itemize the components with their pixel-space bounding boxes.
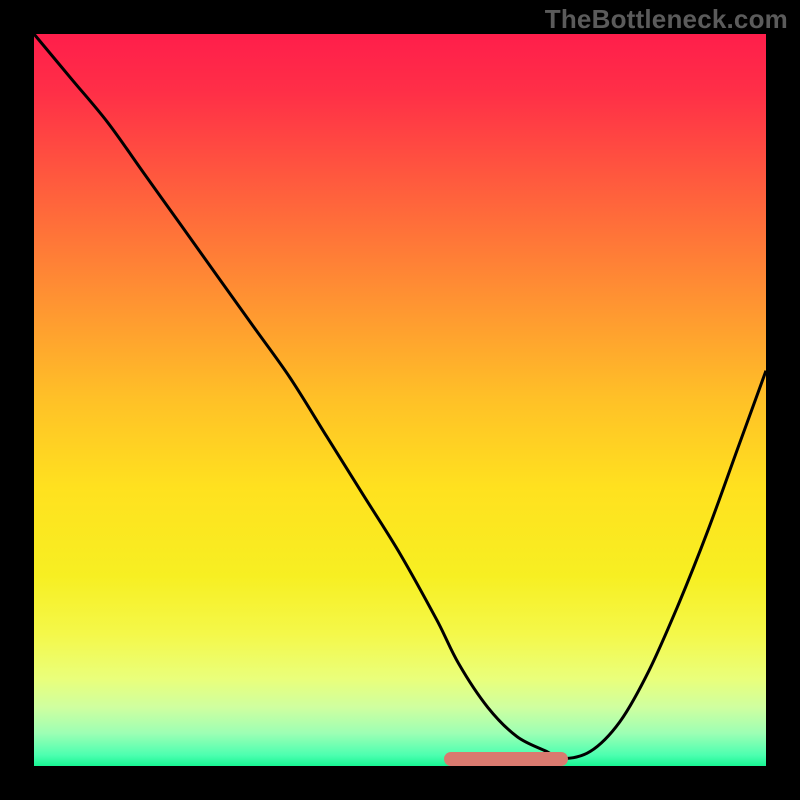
watermark-text: TheBottleneck.com bbox=[545, 4, 788, 35]
optimal-range-highlight bbox=[444, 752, 568, 766]
chart-frame: TheBottleneck.com bbox=[0, 0, 800, 800]
bottleneck-curve bbox=[34, 34, 766, 766]
plot-area bbox=[34, 34, 766, 766]
